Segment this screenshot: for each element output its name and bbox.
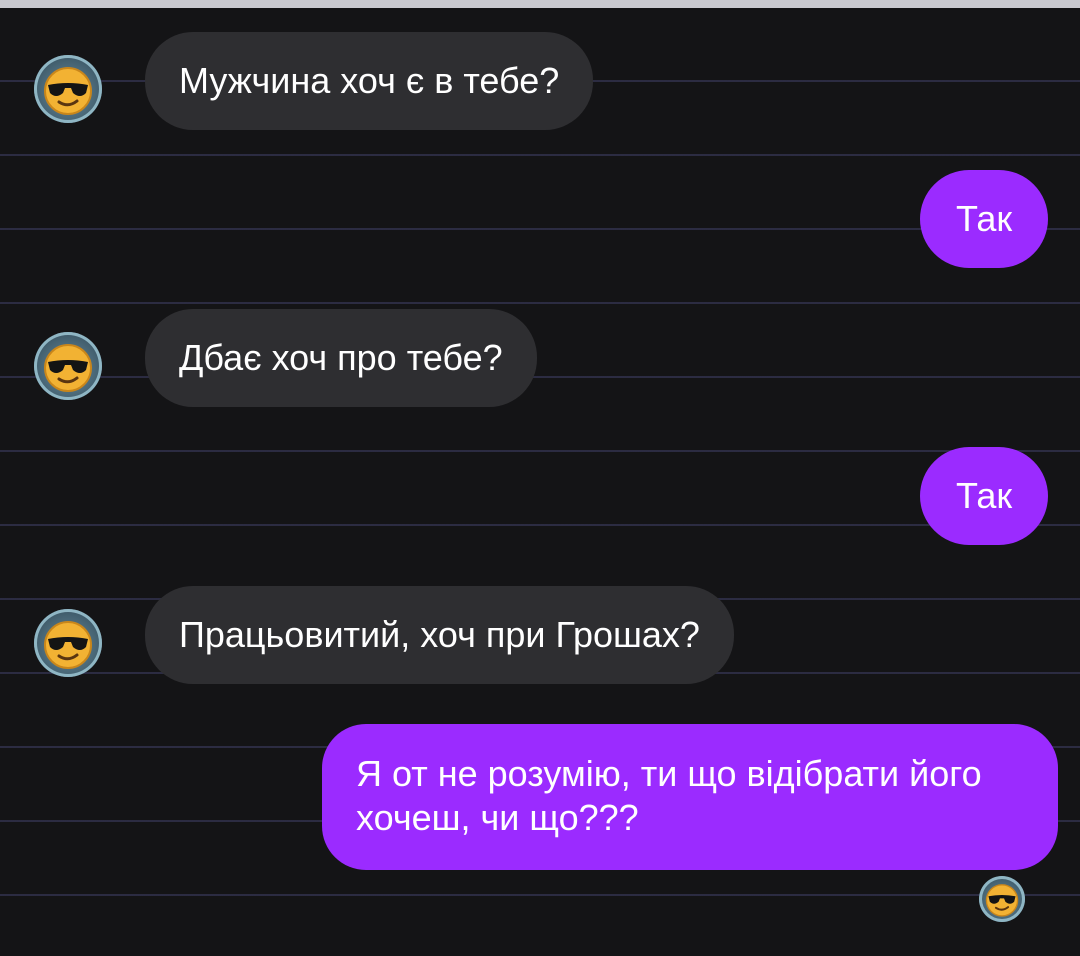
- contact-avatar[interactable]: [34, 609, 102, 677]
- message-text: Так: [956, 198, 1013, 239]
- sunglasses-emoji-icon: [44, 67, 92, 115]
- sunglasses-emoji-icon: [44, 621, 92, 669]
- outgoing-message-bubble[interactable]: Так: [920, 447, 1049, 545]
- message-text: Так: [956, 475, 1013, 516]
- message-text: Я от не розумію, ти що відібрати його хо…: [356, 753, 982, 838]
- incoming-message-bubble[interactable]: Мужчина хоч є в тебе?: [145, 32, 594, 130]
- contact-avatar[interactable]: [34, 55, 102, 123]
- contact-avatar[interactable]: [34, 332, 102, 400]
- outgoing-message-bubble[interactable]: Я от не розумію, ти що відібрати його хо…: [322, 724, 1058, 870]
- sunglasses-emoji-icon: [44, 344, 92, 392]
- outgoing-message-bubble[interactable]: Так: [920, 170, 1049, 268]
- incoming-message-bubble[interactable]: Працьовитий, хоч при Грошах?: [145, 586, 734, 684]
- message-text: Працьовитий, хоч при Грошах?: [179, 614, 700, 655]
- sunglasses-emoji-icon: [985, 884, 1019, 917]
- seen-indicator-avatar: [979, 876, 1025, 922]
- message-text: Мужчина хоч є в тебе?: [179, 60, 560, 101]
- top-status-strip: [0, 0, 1080, 8]
- message-text: Дбає хоч про тебе?: [179, 337, 503, 378]
- incoming-message-bubble[interactable]: Дбає хоч про тебе?: [145, 309, 537, 407]
